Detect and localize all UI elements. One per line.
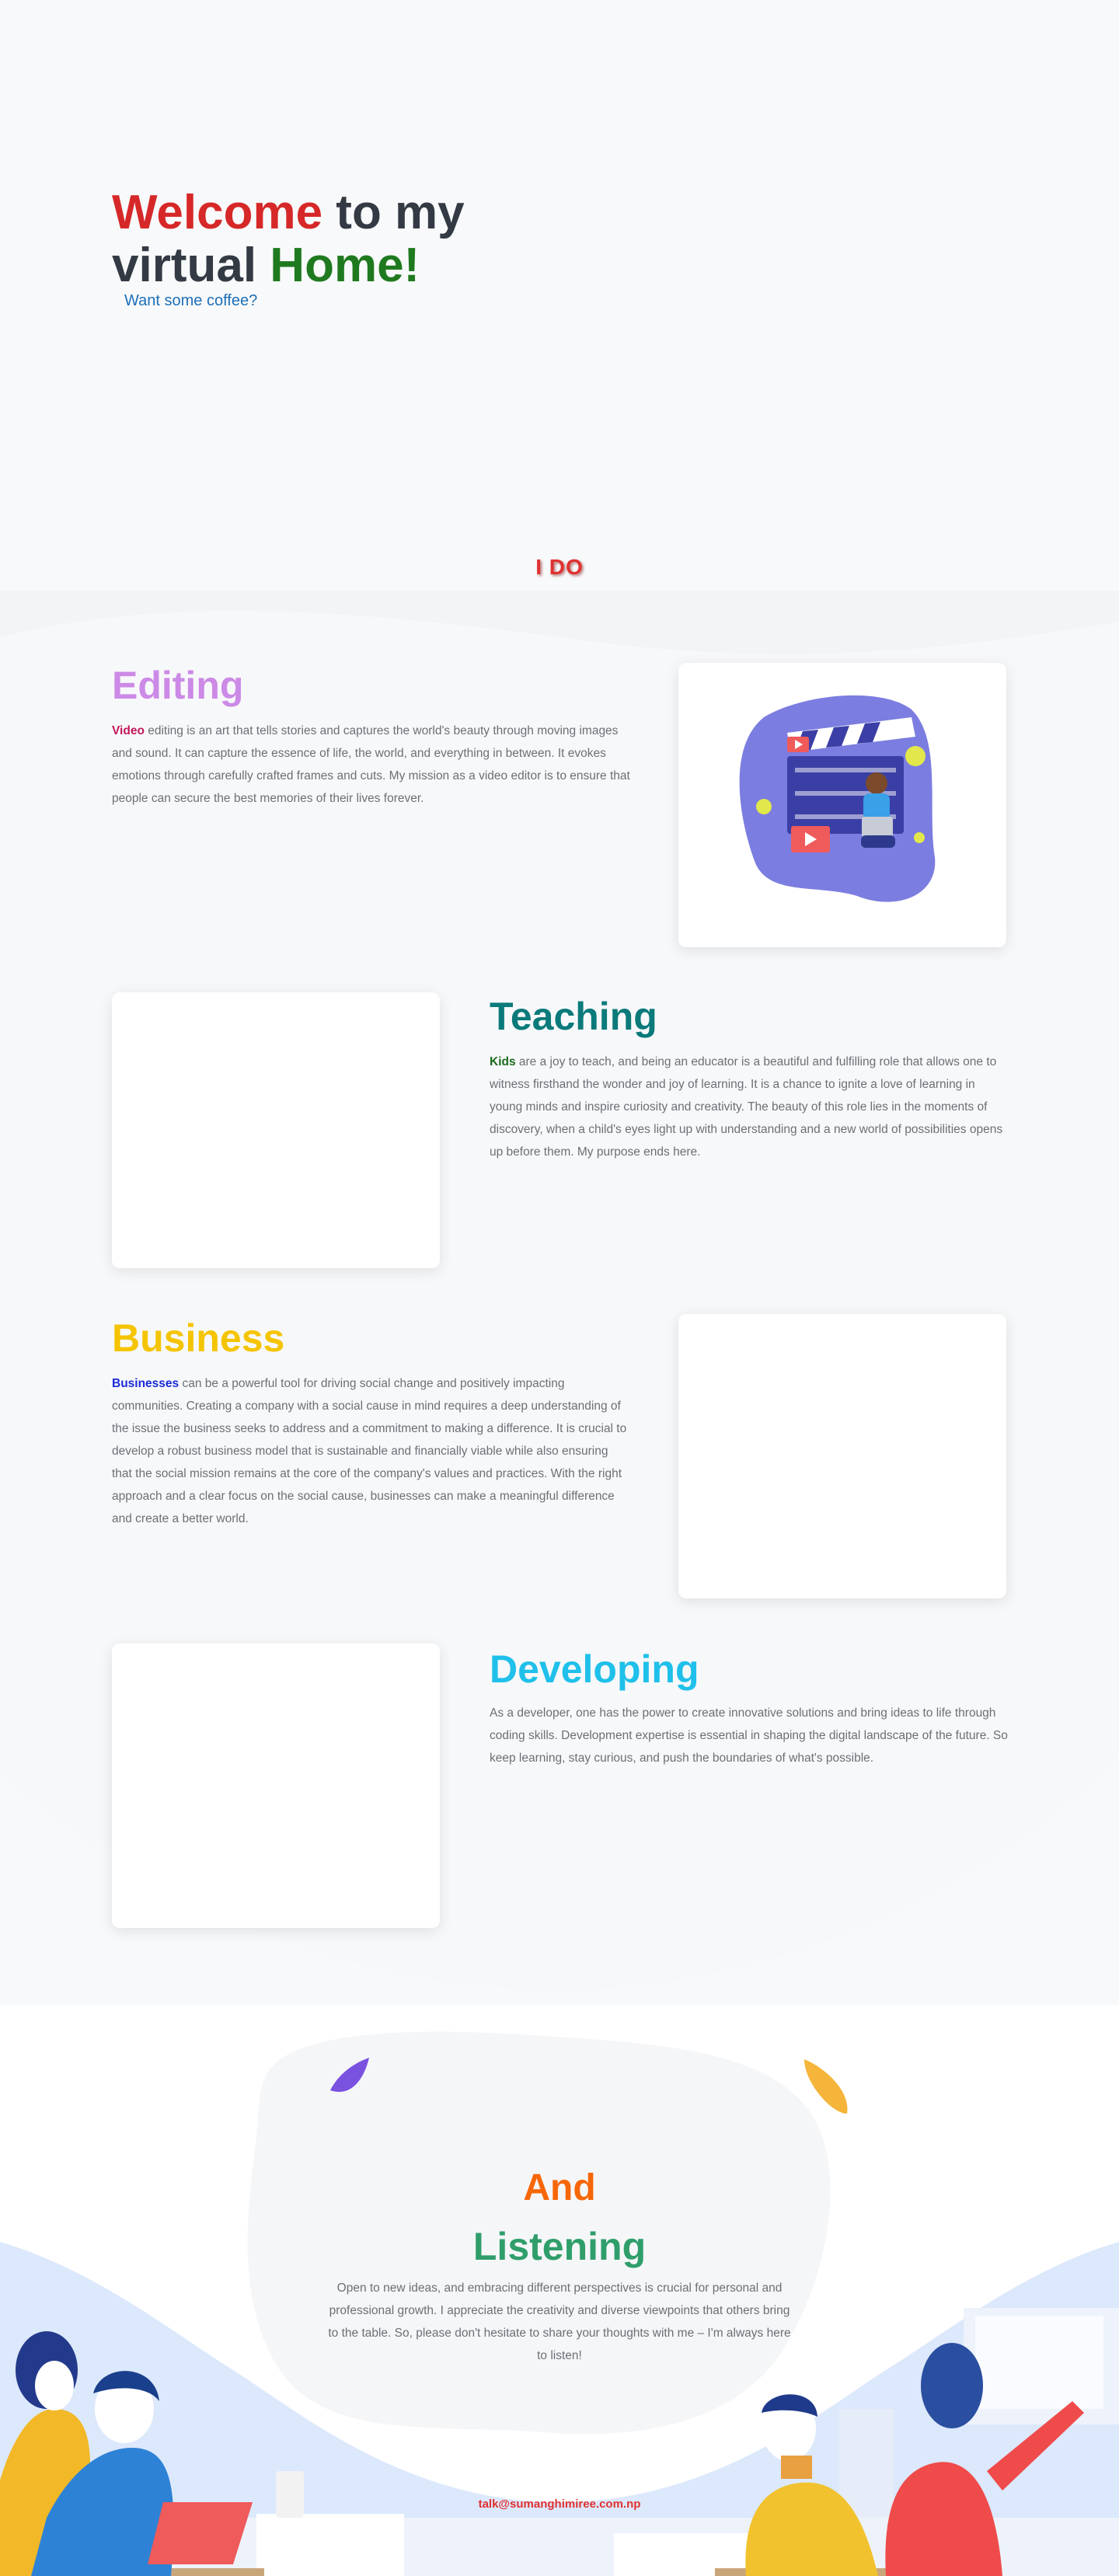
listening-title-and: And — [523, 2167, 596, 2208]
business-highlight: Businesses — [112, 1377, 180, 1390]
hero-title-welcome: Welcome — [112, 186, 323, 239]
business-body: can be a powerful tool for driving socia… — [112, 1377, 627, 1525]
hero-title-home: Home! — [270, 239, 420, 292]
teaching-text: Kids are a joy to teach, and being an ed… — [490, 1051, 1009, 1163]
business-title: Business — [112, 1316, 285, 1360]
developing-text: As a developer, one has the power to cre… — [490, 1706, 1008, 1765]
business-image-card — [678, 1314, 1006, 1598]
video-editing-illustration — [739, 695, 936, 902]
hero-title: Welcome to my virtual Home! — [112, 186, 465, 292]
teaching-body: are a joy to teach, and being an educato… — [490, 1055, 1003, 1159]
editing-image-card — [678, 663, 1006, 947]
developing-image-card — [112, 1644, 440, 1928]
coffee-link[interactable]: Want some coffee? — [124, 292, 257, 310]
business-text: Businesses can be a powerful tool for dr… — [112, 1372, 631, 1530]
teaching-highlight: Kids — [490, 1055, 516, 1068]
hero-title-to-my: to my — [322, 186, 465, 239]
teaching-image-card — [112, 992, 440, 1268]
editing-body: editing is an art that tells stories and… — [112, 724, 630, 805]
editing-text: Video editing is an art that tells stori… — [112, 720, 631, 810]
developing-title: Developing — [490, 1647, 699, 1691]
editing-title: Editing — [112, 664, 244, 707]
hero-title-virtual: virtual — [112, 239, 270, 292]
contact-email-link[interactable]: talk@sumanghimiree.com.np — [0, 2498, 1119, 2511]
i-do-heading: I DO — [535, 555, 584, 579]
teaching-title: Teaching — [490, 995, 657, 1038]
listening-text: Open to new ideas, and embracing differe… — [328, 2281, 791, 2362]
editing-highlight: Video — [112, 724, 145, 737]
listening-title-listening: Listening — [472, 2225, 647, 2268]
